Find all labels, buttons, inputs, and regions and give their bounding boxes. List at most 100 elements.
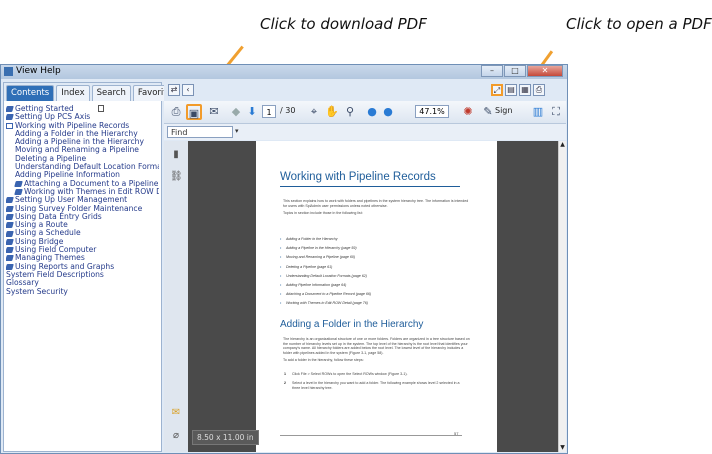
- tree-item[interactable]: Adding Pipeline Information: [6, 105, 159, 179]
- doc-topics-intro: Topics in section include those in the f…: [283, 211, 363, 216]
- title-rule: [280, 186, 460, 187]
- print-button[interactable]: ⎙: [533, 84, 545, 96]
- doc-section-body: The hierarchy is an organizational struc…: [283, 337, 470, 355]
- book-icon: [6, 114, 14, 121]
- comments-icon[interactable]: ✉: [170, 407, 182, 419]
- sign-label[interactable]: Sign: [495, 106, 512, 115]
- tree-item-label: System Field Descriptions: [6, 270, 104, 279]
- close-button[interactable]: ✕: [527, 65, 563, 77]
- find-dropdown-icon[interactable]: ▾: [235, 127, 239, 135]
- email-icon[interactable]: ✉: [206, 104, 222, 120]
- zoom-in-icon[interactable]: ●: [380, 104, 396, 120]
- maximize-button[interactable]: □: [504, 65, 526, 77]
- scroll-down-icon[interactable]: ▼: [559, 444, 566, 452]
- doc-topic-item[interactable]: Working with Themes in Edit ROW Detail (…: [280, 301, 368, 305]
- print-icon[interactable]: ⎙: [168, 104, 184, 120]
- tree-item[interactable]: Using a Schedule: [6, 229, 159, 237]
- tree-item-label: Using Data Entry Grids: [15, 212, 102, 221]
- navigation-pane: Contents Index Search Favorites Getting …: [3, 82, 182, 452]
- doc-topic-item[interactable]: Moving and Renaming a Pipeline (page 60): [280, 255, 355, 259]
- acrobat-icon[interactable]: ✺: [460, 104, 476, 120]
- zoom-out-icon[interactable]: ●: [364, 104, 380, 120]
- minimize-button[interactable]: –: [481, 65, 503, 77]
- doc-topic-item[interactable]: Adding a Pipeline in the Hierarchy (page…: [280, 246, 356, 250]
- download-pdf-annotation: Click to download PDF: [260, 15, 427, 33]
- tree-item[interactable]: Glossary: [6, 105, 159, 287]
- open-pdf-annotation: Click to open a PDF: [566, 15, 712, 33]
- doc-topic-item[interactable]: Adding a Folder in the Hierarchy: [280, 237, 337, 241]
- vertical-scrollbar[interactable]: ▲ ▼: [558, 141, 566, 452]
- doc-section-title: Adding a Folder in the Hierarchy: [280, 319, 424, 330]
- page-number: 57: [454, 431, 459, 436]
- tree-item[interactable]: Setting Up User Management: [6, 196, 159, 204]
- sync-toc-button[interactable]: ⇄: [168, 84, 180, 96]
- tree-item[interactable]: Using Survey Folder Maintenance: [6, 205, 159, 213]
- tree-item-label: Using a Schedule: [15, 229, 81, 238]
- marquee-zoom-icon[interactable]: ⚲: [342, 104, 358, 120]
- previous-page-icon[interactable]: ◆: [228, 104, 244, 120]
- back-button[interactable]: ‹: [182, 84, 194, 96]
- tab-index[interactable]: Index: [56, 85, 90, 101]
- tree-item[interactable]: Attaching a Document to a Pipeline Recor…: [6, 180, 159, 188]
- hand-tool-icon[interactable]: ✋: [324, 104, 340, 120]
- tree-item[interactable]: Working with Themes in Edit ROW Detail: [6, 188, 159, 196]
- book-icon: [6, 222, 14, 229]
- attachments-icon[interactable]: ⌀: [170, 430, 182, 442]
- page-number-input[interactable]: 1: [262, 105, 276, 118]
- tree-item-label: Moving and Renaming a Pipeline: [15, 146, 139, 155]
- tab-contents[interactable]: Contents: [6, 85, 55, 101]
- tree-item[interactable]: Working with Pipeline Records: [6, 122, 159, 130]
- help-window: View Help – □ ✕ Contents Index Search Fa…: [0, 64, 568, 454]
- page-size-label: 8.50 x 11.00 in: [192, 430, 259, 445]
- bookmarks-icon[interactable]: ⛓: [170, 171, 183, 183]
- pdf-pane: ⇄ ‹ ⤢ ▤ ▦ ⎙ ⎙ ▣ ✉ ◆ ⬇ 1 / 30 ⌖ ✋ ⚲ ● ● 4…: [164, 82, 566, 452]
- tree-item[interactable]: Using a Route: [6, 221, 159, 229]
- viewer-sidebar: ▮ ⛓ ✉ ⌀: [164, 141, 188, 452]
- tree-item-label: Deleting a Pipeline: [15, 154, 87, 163]
- tree-item[interactable]: Understanding Default Location Formats: [6, 105, 159, 171]
- tree-item[interactable]: Adding a Folder in the Hierarchy: [6, 105, 159, 138]
- pages-icon[interactable]: ▮: [170, 149, 182, 161]
- tree-item[interactable]: System Field Descriptions: [6, 105, 159, 279]
- zoom-input[interactable]: 47.1%: [415, 105, 449, 118]
- tree-item[interactable]: Deleting a Pipeline: [6, 105, 159, 163]
- sign-icon[interactable]: ✎: [480, 104, 496, 120]
- book-icon: [14, 189, 23, 196]
- options-button[interactable]: ▦: [519, 84, 531, 96]
- tree-item[interactable]: Adding a Pipeline in the Hierarchy: [6, 105, 159, 146]
- find-input[interactable]: Find: [167, 126, 233, 138]
- scroll-up-icon[interactable]: ▲: [559, 141, 566, 149]
- doc-topic-item[interactable]: Deleting a Pipeline (page 61): [280, 265, 332, 269]
- pdf-toolbar: ⎙ ▣ ✉ ◆ ⬇ 1 / 30 ⌖ ✋ ⚲ ● ● 47.1% ✺ ✎ Sig…: [164, 101, 566, 124]
- doc-topic-item[interactable]: Adding Pipeline Information (page 64): [280, 283, 346, 287]
- print-topic-button[interactable]: ▤: [505, 84, 517, 96]
- fit-page-icon[interactable]: ▥: [530, 104, 546, 120]
- tree-item-label: Adding a Folder in the Hierarchy: [15, 129, 138, 138]
- tree-item[interactable]: Getting Started: [6, 105, 159, 113]
- tree-item-label: Using a Route: [15, 221, 68, 230]
- doc-steps-intro: To add a folder in the hierarchy, follow…: [283, 358, 364, 363]
- title-bar: View Help – □ ✕: [1, 65, 567, 79]
- tree-item[interactable]: Setting Up PCS Axis: [6, 113, 159, 121]
- next-page-icon[interactable]: ⬇: [244, 104, 260, 120]
- tree-item[interactable]: Using Reports and Graphs: [6, 263, 159, 271]
- tree-item[interactable]: Using Bridge: [6, 238, 159, 246]
- book-icon: [6, 230, 14, 237]
- open-pdf-button[interactable]: ⤢: [491, 84, 503, 96]
- select-tool-icon[interactable]: ⌖: [306, 104, 322, 120]
- tree-item[interactable]: Using Data Entry Grids: [6, 213, 159, 221]
- tree-item[interactable]: Managing Themes: [6, 254, 159, 262]
- tree-item-label: System Security: [6, 287, 68, 296]
- tab-search[interactable]: Search: [91, 85, 131, 101]
- help-app-icon: [4, 67, 13, 76]
- tree-item-label: Using Bridge: [15, 237, 64, 246]
- tree-item[interactable]: Using Field Computer: [6, 246, 159, 254]
- tree-item-label: Using Field Computer: [15, 246, 97, 255]
- tree-item-label: Working with Pipeline Records: [15, 121, 130, 130]
- doc-topic-item[interactable]: Understanding Default Location Formats (…: [280, 274, 367, 278]
- full-screen-icon[interactable]: ⛶: [548, 104, 564, 120]
- doc-topic-item[interactable]: Attaching a Document to a Pipeline Recor…: [280, 292, 371, 296]
- tree-item[interactable]: System Security: [6, 105, 159, 296]
- tree-item[interactable]: Moving and Renaming a Pipeline: [6, 105, 159, 155]
- save-icon[interactable]: ▣: [186, 104, 202, 120]
